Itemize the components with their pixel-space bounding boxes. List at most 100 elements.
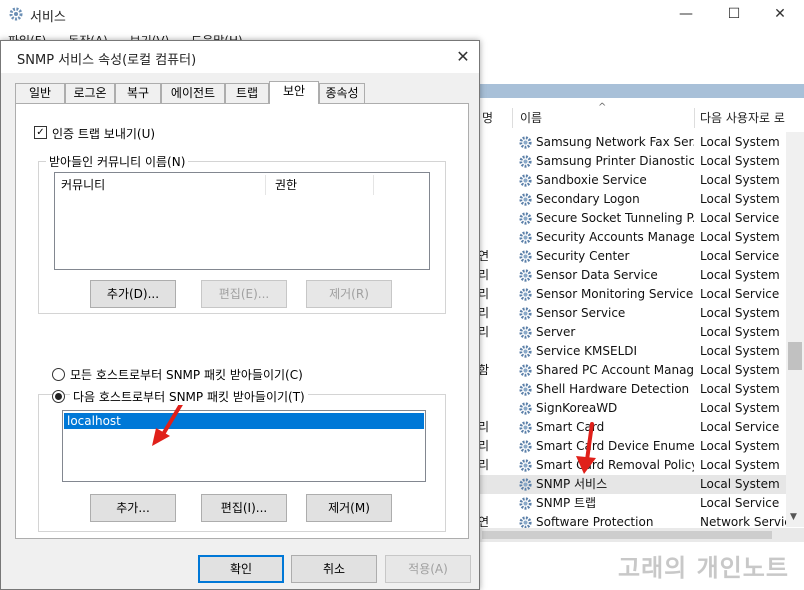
service-row[interactable]: 리 Sensor Monitoring Service Local Service (478, 285, 792, 304)
horizontal-scrollbar[interactable] (478, 528, 804, 542)
service-row[interactable]: 리 Sensor Service Local System (478, 304, 792, 323)
service-row[interactable]: Shell Hardware Detection Local System (478, 380, 792, 399)
service-gear-icon (518, 211, 533, 226)
service-logon: Local System (700, 154, 780, 168)
service-name: Sensor Data Service (536, 268, 658, 282)
tab-dependencies[interactable]: 종속성 (319, 83, 365, 103)
service-row[interactable]: SNMP 트랩 Local Service (478, 494, 792, 513)
service-description-fragment: 함 (478, 363, 490, 377)
screen: 서비스 — ☐ ✕ 파일(F) 동작(A) 보기(V) 도움말(H) 명 ^ 이… (0, 0, 804, 590)
send-auth-trap-label[interactable]: 인증 트랩 보내기(U) (52, 125, 155, 142)
service-row[interactable]: 연 Security Center Local Service (478, 247, 792, 266)
service-row[interactable]: 리 Smart Card Device Enumer... Local System (478, 437, 792, 456)
service-gear-icon (518, 192, 533, 207)
send-auth-trap-checkbox[interactable]: ✓ (34, 126, 47, 139)
services-window-title: 서비스 (30, 10, 66, 25)
column-header-name[interactable]: 이름 (520, 104, 542, 132)
host-list-item[interactable]: localhost (64, 413, 424, 429)
service-row[interactable]: 리 Smart Card Removal Policy Local System (478, 456, 792, 475)
service-row[interactable]: Samsung Printer Dianostic... Local System (478, 152, 792, 171)
communities-group-label: 받아들인 커뮤니티 이름(N) (46, 153, 189, 170)
column-separator[interactable] (373, 175, 374, 195)
column-header-description[interactable]: 명 (482, 104, 493, 132)
scrollbar-thumb[interactable] (788, 342, 802, 370)
column-separator[interactable] (694, 108, 695, 128)
tab-logon[interactable]: 로그온 (65, 83, 115, 103)
minimize-button[interactable]: — (664, 2, 708, 28)
service-row[interactable]: Security Accounts Manager Local System (478, 228, 792, 247)
service-name: Security Center (536, 249, 630, 263)
accept-these-hosts-label[interactable]: 다음 호스트로부터 SNMP 패킷 받아들이기(T) (70, 388, 308, 405)
service-gear-icon (518, 496, 533, 511)
host-add-button[interactable]: 추가... (90, 494, 176, 522)
service-logon: Local System (700, 401, 780, 415)
service-name: Secondary Logon (536, 192, 640, 206)
service-row[interactable]: SNMP 서비스 Local System (478, 475, 792, 494)
service-row[interactable]: Secondary Logon Local System (478, 190, 792, 209)
service-row[interactable]: 리 Server Local System (478, 323, 792, 342)
service-logon: Local System (700, 363, 780, 377)
dialog-title: SNMP 서비스 속성(로컬 컴퓨터) (17, 53, 197, 68)
tab-security[interactable]: 보안 (269, 81, 319, 104)
host-remove-button[interactable]: 제거(M) (306, 494, 392, 522)
service-name: Smart Card Device Enumer... (536, 439, 694, 453)
service-gear-icon (518, 420, 533, 435)
service-name: Secure Socket Tunneling P... (536, 211, 694, 225)
service-gear-icon (518, 344, 533, 359)
service-gear-icon (518, 363, 533, 378)
column-header-rights[interactable]: 권한 (269, 173, 369, 197)
ok-button[interactable]: 확인 (198, 555, 284, 583)
service-gear-icon (518, 325, 533, 340)
host-edit-button[interactable]: 편집(I)... (201, 494, 287, 522)
service-row[interactable]: 함 Shared PC Account Manager Local System (478, 361, 792, 380)
service-gear-icon (518, 173, 533, 188)
service-gear-icon (518, 401, 533, 416)
service-gear-icon (518, 249, 533, 264)
tab-general[interactable]: 일반 (15, 83, 65, 103)
scrollbar-thumb[interactable] (482, 531, 772, 539)
tab-recovery[interactable]: 복구 (115, 83, 161, 103)
communities-list[interactable]: 커뮤니티 권한 (54, 172, 430, 270)
hosts-list[interactable]: localhost (62, 410, 426, 482)
service-logon: Local Service (700, 496, 780, 510)
service-gear-icon (518, 458, 533, 473)
security-tab-panel: ✓ 인증 트랩 보내기(U) 받아들인 커뮤니티 이름(N) 커뮤니티 권한 추… (15, 103, 469, 539)
close-icon[interactable]: ✕ (451, 46, 475, 68)
column-separator[interactable] (265, 175, 266, 195)
apply-button[interactable]: 적용(A) (385, 555, 471, 583)
service-row[interactable]: 리 Sensor Data Service Local System (478, 266, 792, 285)
service-row[interactable]: Samsung Network Fax Ser... Local System (478, 133, 792, 152)
service-row[interactable]: 리 Smart Card Local Service (478, 418, 792, 437)
community-remove-button[interactable]: 제거(R) (306, 280, 392, 308)
column-header-community[interactable]: 커뮤니티 (55, 173, 265, 197)
vertical-scrollbar[interactable]: ▼ (786, 132, 804, 527)
service-name: SNMP 서비스 (536, 477, 608, 491)
service-row[interactable]: Service KMSELDI Local System (478, 342, 792, 361)
community-edit-button[interactable]: 편집(E)... (201, 280, 287, 308)
service-row[interactable]: SignKoreaWD Local System (478, 399, 792, 418)
maximize-button[interactable]: ☐ (712, 2, 756, 28)
service-name: Shared PC Account Manager (536, 363, 694, 377)
community-add-button[interactable]: 추가(D)... (90, 280, 176, 308)
tab-traps[interactable]: 트랩 (225, 83, 269, 103)
watermark: 고래의 개인노트 (618, 554, 789, 582)
service-description-fragment: 연 (478, 249, 490, 263)
accept-these-hosts-radio[interactable] (52, 390, 65, 403)
gear-icon (9, 7, 23, 21)
column-header-logon[interactable]: 다음 사용자로 로 (700, 104, 786, 132)
scroll-down-icon[interactable]: ▼ (790, 512, 797, 522)
service-description-fragment: 리 (478, 420, 490, 434)
service-logon: Local System (700, 458, 780, 472)
tab-agent[interactable]: 에이전트 (161, 83, 225, 103)
service-description-fragment: 리 (478, 325, 490, 339)
service-gear-icon (518, 382, 533, 397)
service-row[interactable]: Sandboxie Service Local System (478, 171, 792, 190)
accept-any-host-radio[interactable] (52, 368, 65, 381)
cancel-button[interactable]: 취소 (291, 555, 377, 583)
service-row[interactable]: Secure Socket Tunneling P... Local Servic… (478, 209, 792, 228)
column-separator[interactable] (512, 108, 513, 128)
service-logon: Local System (700, 173, 780, 187)
window-close-button[interactable]: ✕ (758, 2, 802, 28)
service-name: Smart Card Removal Policy (536, 458, 694, 472)
accept-any-host-label[interactable]: 모든 호스트로부터 SNMP 패킷 받아들이기(C) (70, 366, 303, 383)
